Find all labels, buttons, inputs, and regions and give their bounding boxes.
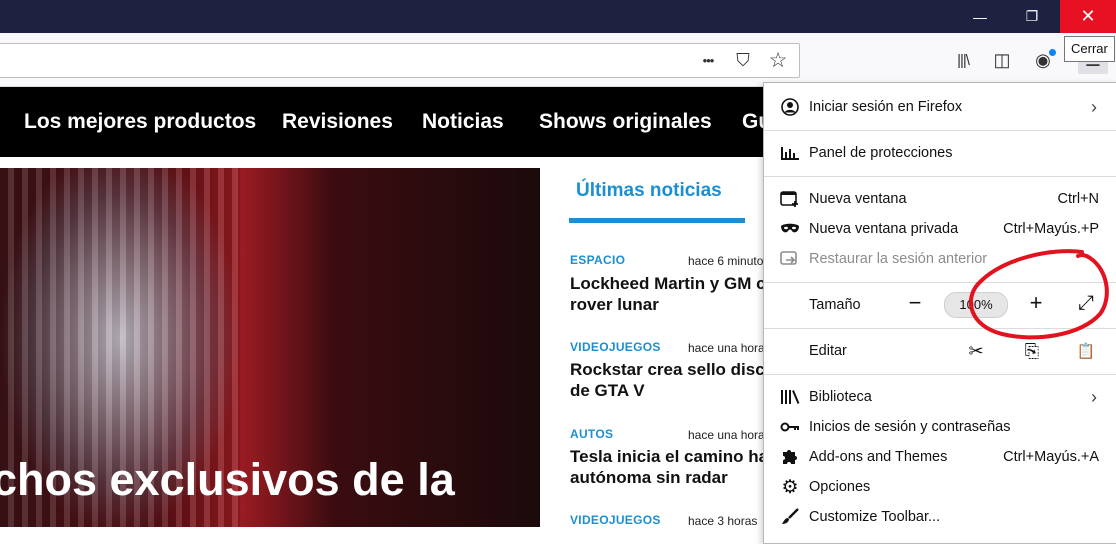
- app-menu-panel: Iniciar sesión en Firefox › Panel de pro…: [763, 82, 1116, 544]
- menu-label: Panel de protecciones: [809, 145, 953, 161]
- nav-mejores-productos[interactable]: Los mejores productos: [24, 87, 256, 157]
- restore-session-icon: [780, 250, 800, 268]
- chevron-right-icon: ›: [1091, 387, 1097, 407]
- menu-label: Tamaño: [809, 297, 861, 313]
- page-actions-icon[interactable]: •••: [695, 47, 721, 73]
- menu-zoom: Tamaño − 100% + ⤢: [764, 290, 1116, 320]
- chevron-right-icon: ›: [1091, 97, 1097, 117]
- library-icon[interactable]: |||\: [948, 46, 978, 74]
- menu-separator: [764, 176, 1116, 177]
- menu-separator: [764, 374, 1116, 375]
- menu-label: Inicios de sesión y contraseñas: [809, 419, 1011, 435]
- news-time: hace 3 horas: [688, 514, 758, 528]
- menu-private-window[interactable]: Nueva ventana privada Ctrl+Mayús.+P: [764, 214, 1116, 244]
- menu-separator: [764, 282, 1116, 283]
- menu-shortcut: Ctrl+N: [1057, 191, 1100, 207]
- news-time: hace una hora: [688, 428, 765, 442]
- menu-label: Customize Toolbar...: [809, 509, 941, 525]
- zoom-in-button[interactable]: +: [1021, 290, 1051, 316]
- menu-label: Add-ons and Themes: [809, 449, 948, 465]
- news-title[interactable]: Tesla inicia el camino ha autónoma sin r…: [570, 446, 770, 488]
- mask-icon: [780, 220, 800, 238]
- menu-label: Iniciar sesión en Firefox: [809, 99, 963, 115]
- menu-customize[interactable]: Customize Toolbar...: [764, 502, 1116, 532]
- menu-restore-session: Restaurar la sesión anterior: [764, 244, 1116, 274]
- notification-dot: [1049, 49, 1056, 56]
- navigation-toolbar: ••• ⛉ ☆ |||\ ◫ ◉ ☰: [0, 33, 1116, 87]
- menu-label: Restaurar la sesión anterior: [809, 251, 988, 267]
- bookmark-star-icon[interactable]: ☆: [765, 47, 791, 73]
- menu-shortcut: Ctrl+Mayús.+A: [1003, 449, 1099, 465]
- window-titlebar: — ❐ ✕: [0, 0, 1116, 33]
- menu-library[interactable]: Biblioteca ›: [764, 382, 1116, 412]
- news-category[interactable]: ESPACIO: [570, 253, 625, 267]
- copy-icon[interactable]: ⎘: [1018, 338, 1046, 364]
- paste-icon[interactable]: 📋: [1072, 338, 1100, 364]
- news-title[interactable]: Rockstar crea sello disco de GTA V: [570, 359, 775, 401]
- nav-noticias[interactable]: Noticias: [422, 87, 504, 157]
- hero-image[interactable]: chos exclusivos de la: [0, 168, 540, 527]
- menu-label: Nueva ventana privada: [809, 221, 959, 237]
- nav-revisiones[interactable]: Revisiones: [282, 87, 393, 157]
- account-icon: [780, 98, 800, 116]
- menu-label: Editar: [809, 343, 847, 359]
- zoom-reset-button[interactable]: 100%: [944, 292, 1008, 318]
- menu-label: Opciones: [809, 479, 871, 495]
- menu-separator: [764, 328, 1116, 329]
- paintbrush-icon: [780, 508, 800, 526]
- fullscreen-icon[interactable]: ⤢: [1071, 290, 1101, 316]
- pocket-icon[interactable]: ⛉: [730, 47, 756, 73]
- restore-button[interactable]: ❐: [1006, 0, 1058, 33]
- news-time: hace una hora: [688, 341, 765, 355]
- menu-shortcut: Ctrl+Mayús.+P: [1003, 221, 1099, 237]
- sidebar-icon[interactable]: ◫: [987, 46, 1017, 74]
- new-window-icon: [780, 190, 800, 208]
- puzzle-icon: [780, 448, 800, 466]
- menu-label: Biblioteca: [809, 389, 872, 405]
- menu-protections[interactable]: Panel de protecciones: [764, 138, 1116, 168]
- news-category[interactable]: VIDEOJUEGOS: [570, 513, 661, 527]
- news-title[interactable]: Lockheed Martin y GM c rover lunar: [570, 273, 770, 315]
- minimize-button[interactable]: —: [954, 0, 1006, 33]
- news-category[interactable]: AUTOS: [570, 427, 613, 441]
- menu-sign-in[interactable]: Iniciar sesión en Firefox ›: [764, 92, 1116, 122]
- close-tooltip: Cerrar: [1064, 36, 1115, 62]
- menu-label: Nueva ventana: [809, 191, 907, 207]
- cut-icon[interactable]: ✂: [962, 338, 990, 364]
- gear-icon: ⚙: [781, 476, 799, 498]
- news-category[interactable]: VIDEOJUEGOS: [570, 340, 661, 354]
- close-button[interactable]: ✕: [1060, 0, 1116, 33]
- menu-addons[interactable]: Add-ons and Themes Ctrl+Mayús.+A: [764, 442, 1116, 472]
- menu-edit: Editar ✂ ⎘ 📋: [764, 336, 1116, 366]
- latest-news-heading[interactable]: Últimas noticias: [576, 180, 722, 202]
- menu-logins[interactable]: Inicios de sesión y contraseñas: [764, 412, 1116, 442]
- menu-separator: [764, 130, 1116, 131]
- account-icon[interactable]: ◉: [1028, 46, 1058, 74]
- key-icon: [780, 418, 800, 436]
- nav-shows-originales[interactable]: Shows originales: [539, 87, 712, 157]
- zoom-out-button[interactable]: −: [900, 290, 930, 316]
- url-bar[interactable]: [0, 43, 800, 78]
- library-icon: [780, 388, 800, 406]
- heading-underline: [569, 218, 745, 223]
- chart-icon: [780, 144, 800, 162]
- news-time: hace 6 minutos: [688, 254, 770, 268]
- menu-new-window[interactable]: Nueva ventana Ctrl+N: [764, 184, 1116, 214]
- hero-headline[interactable]: chos exclusivos de la: [0, 454, 455, 506]
- menu-options[interactable]: ⚙ Opciones: [764, 472, 1116, 502]
